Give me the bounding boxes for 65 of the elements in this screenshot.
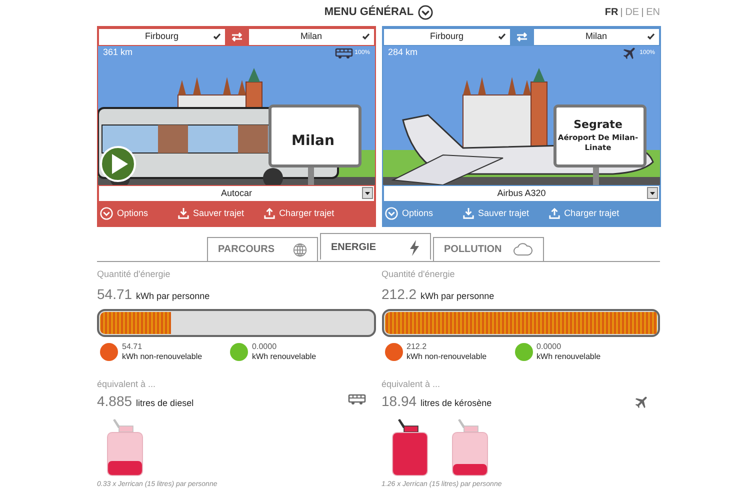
tab[interactable]: PARCOURS	[207, 237, 318, 262]
action-link[interactable]: Options	[402, 206, 434, 220]
swap-icon[interactable]	[516, 32, 528, 42]
city-select[interactable]: Firbourg	[99, 29, 224, 45]
action-link[interactable]: Sauver trajet	[478, 206, 530, 220]
unit-label: litres de diesel	[136, 397, 194, 410]
section-caption: Quantité d'énergie	[382, 268, 456, 281]
section-caption: équivalent à ...	[97, 378, 157, 391]
unit-label: litres de kérosène	[420, 397, 492, 410]
legend-label: kWh renouvelable	[536, 352, 601, 362]
legend-value: 0.0000	[252, 342, 278, 352]
chevron-down-icon	[385, 207, 398, 220]
separator-rule	[621, 8, 622, 17]
checkmark-icon	[647, 33, 655, 40]
checkmark-icon	[212, 33, 220, 40]
energy-value: 212.2	[382, 284, 417, 304]
action-link[interactable]: Sauver trajet	[193, 206, 244, 220]
section-caption: Quantité d'énergie	[97, 268, 172, 281]
download-icon	[178, 208, 190, 219]
play-button[interactable]	[100, 146, 136, 182]
checkmark-icon	[498, 33, 506, 40]
action-link[interactable]: Charger trajet	[564, 206, 620, 220]
airplane-icon	[622, 45, 638, 61]
upload-icon	[549, 208, 560, 219]
distance-label: 361 km	[103, 46, 133, 60]
city-select[interactable]: Firbourg	[384, 29, 510, 45]
legend-value: 0.0000	[536, 342, 562, 352]
lightning-icon	[409, 240, 420, 256]
vehicle-dropdown[interactable]: Autocar	[99, 186, 374, 201]
legend-label: kWh renouvelable	[252, 352, 316, 362]
section-caption: équivalent à ...	[382, 378, 442, 391]
globe-icon	[293, 242, 307, 256]
language-link[interactable]: EN	[646, 5, 660, 20]
city-select[interactable]: Milan	[248, 29, 374, 45]
fuel-value: 18.94	[382, 392, 417, 411]
tab[interactable]: ENERGIE	[320, 233, 431, 260]
chevron-down-icon	[100, 207, 113, 220]
checkmark-icon	[362, 33, 370, 40]
bus-icon	[334, 48, 353, 58]
download-icon	[463, 208, 474, 219]
action-link[interactable]: Options	[117, 206, 148, 220]
city-select[interactable]: Milan	[534, 29, 659, 45]
energy-value: 54.71	[97, 284, 132, 304]
menu-label[interactable]: MENU GÉNÉRAL	[324, 4, 414, 20]
separator-rule	[642, 8, 644, 17]
bus-icon	[348, 394, 366, 404]
swap-icon[interactable]	[230, 32, 242, 42]
unit-label: kWh par personne	[136, 290, 210, 303]
sign-board: Milan	[268, 104, 362, 185]
legend-value: 54.71	[122, 342, 144, 352]
legend-label: kWh non-renouvelable	[122, 352, 202, 362]
language-link[interactable]: DE	[625, 5, 640, 20]
unit-label: kWh par personne	[420, 290, 494, 303]
airplane-icon	[634, 394, 650, 410]
distance-label: 284 km	[388, 46, 418, 60]
legend-label: kWh non-renouvelable	[406, 352, 487, 362]
upload-icon	[264, 208, 276, 219]
action-link[interactable]: Charger trajet	[279, 206, 334, 220]
language-link[interactable]: FR	[604, 5, 618, 20]
vehicle-dropdown[interactable]: Airbus A320	[384, 186, 659, 201]
tab[interactable]: POLLUTION	[433, 237, 544, 262]
chevron-down-icon[interactable]	[418, 4, 433, 20]
cloud-icon	[513, 243, 533, 256]
legend-value: 212.2	[406, 342, 428, 352]
fuel-value: 4.885	[97, 392, 132, 411]
